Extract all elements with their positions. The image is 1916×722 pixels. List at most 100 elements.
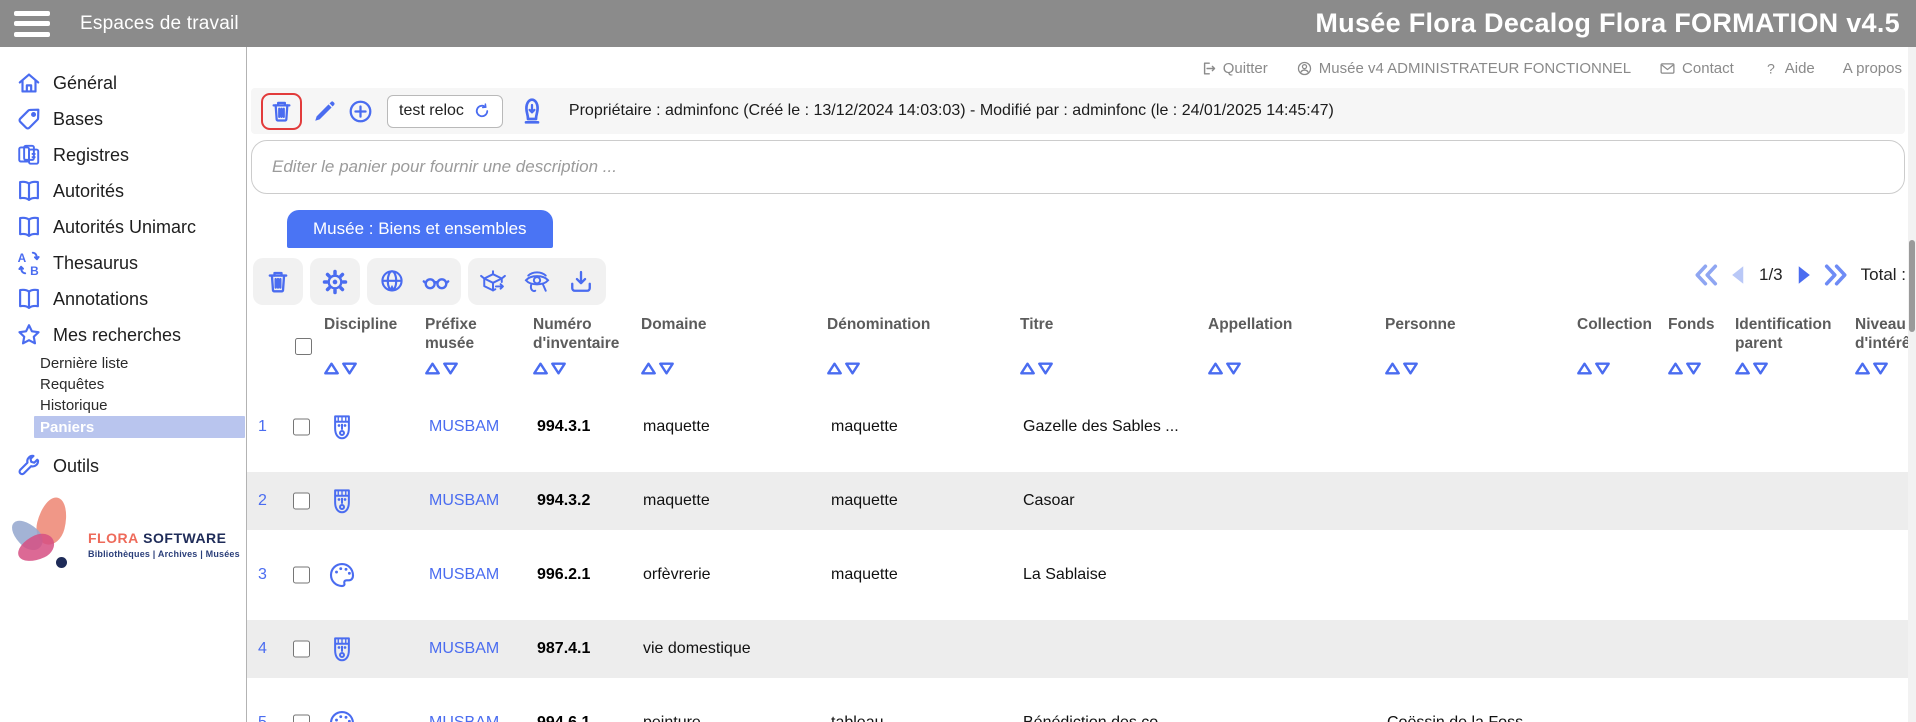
box-export-icon[interactable] — [479, 268, 507, 296]
sidebar: Général Bases Registres Autorités Autori… — [0, 47, 247, 722]
column-header: Discipline — [324, 316, 416, 335]
sidebar-item-autorites-unimarc[interactable]: Autorités Unimarc — [0, 209, 246, 245]
publish-view-group — [367, 258, 461, 305]
domaine-value: maquette — [643, 492, 710, 510]
prefixe-musee-link[interactable]: MUSBAM — [429, 492, 499, 510]
row-number-link[interactable]: 1 — [258, 418, 267, 436]
row-checkbox[interactable] — [293, 641, 310, 658]
quit-link[interactable]: Quitter — [1200, 60, 1268, 77]
sort-control[interactable] — [533, 362, 631, 375]
row-number-link[interactable]: 4 — [258, 640, 267, 658]
sort-control[interactable] — [1735, 362, 1841, 375]
glasses-icon[interactable] — [422, 268, 450, 296]
globe-upload-icon[interactable] — [378, 268, 406, 296]
domaine-value: peinture — [643, 714, 701, 722]
sort-control[interactable] — [1385, 362, 1485, 375]
table-row: 2 MUSBAM 994.3.2 maquette maquette Casoa… — [247, 464, 1916, 538]
hamburger-menu-icon[interactable] — [14, 11, 50, 37]
scrollbar-thumb[interactable] — [1909, 240, 1915, 332]
book-icon — [16, 286, 42, 312]
select-all-checkbox[interactable] — [295, 338, 312, 355]
table-row: 3 MUSBAM 996.2.1 orfèvrerie maquette La … — [247, 538, 1916, 612]
contact-link[interactable]: Contact — [1659, 60, 1734, 77]
settings-button[interactable] — [310, 258, 360, 305]
sort-control[interactable] — [1855, 362, 1916, 375]
sort-control[interactable] — [641, 362, 751, 375]
column-header: Numéro d'inventaire — [533, 316, 631, 353]
sort-asc-icon — [1020, 362, 1035, 375]
help-link[interactable]: Aide — [1762, 60, 1815, 77]
sort-control[interactable] — [1020, 362, 1100, 375]
row-number-link[interactable]: 3 — [258, 566, 267, 584]
sidebar-item-general[interactable]: Général — [0, 65, 246, 101]
prefixe-musee-link[interactable]: MUSBAM — [429, 566, 499, 584]
add-basket-button[interactable] — [347, 98, 374, 125]
sidebar-item-annotations[interactable]: Annotations — [0, 281, 246, 317]
about-link[interactable]: A propos — [1843, 60, 1902, 77]
next-page-icon[interactable] — [1790, 261, 1818, 289]
current-user[interactable]: Musée v4 ADMINISTRATEUR FONCTIONNEL — [1296, 60, 1631, 77]
sidebar-subitem-requetes[interactable]: Requêtes — [0, 374, 246, 395]
numero-inventaire: 996.2.1 — [537, 566, 590, 584]
sidebar-item-outils[interactable]: Outils — [0, 448, 246, 484]
sort-control[interactable] — [1577, 362, 1667, 375]
sort-desc-icon — [1873, 362, 1888, 375]
prefixe-musee-link[interactable]: MUSBAM — [429, 640, 499, 658]
row-checkbox[interactable] — [293, 493, 310, 510]
last-page-icon[interactable] — [1822, 261, 1850, 289]
prefixe-musee-link[interactable]: MUSBAM — [429, 714, 499, 722]
row-checkbox[interactable] — [293, 567, 310, 584]
numero-inventaire: 994.6.1 — [537, 714, 590, 722]
delete-basket-button-highlighted[interactable] — [261, 93, 302, 130]
sort-control[interactable] — [827, 362, 957, 375]
tag-icon — [16, 106, 42, 132]
sidebar-item-bases[interactable]: Bases — [0, 101, 246, 137]
sidebar-item-autorites[interactable]: Autorités — [0, 173, 246, 209]
table-row: 5 MUSBAM 994.6.1 peinture tableau Bénédi… — [247, 686, 1916, 722]
sort-desc-icon — [845, 362, 860, 375]
row-number-link[interactable]: 2 — [258, 492, 267, 510]
sort-control[interactable] — [324, 362, 416, 375]
row-number-link[interactable]: 5 — [258, 714, 267, 722]
delete-items-button[interactable] — [253, 258, 303, 305]
top-bar: Espaces de travail Musée Flora Decalog F… — [0, 0, 1916, 47]
logo-brand2: SOFTWARE — [143, 530, 226, 546]
sidebar-item-mes-recherches[interactable]: Mes recherches — [0, 317, 246, 353]
prefixe-musee-link[interactable]: MUSBAM — [429, 418, 499, 436]
tab-musee-biens-et-ensembles[interactable]: Musée : Biens et ensembles — [287, 210, 553, 248]
column-header: Collection — [1577, 316, 1667, 335]
basket-owner-icon[interactable] — [516, 95, 548, 127]
row-checkbox[interactable] — [293, 419, 310, 436]
sidebar-subitem-derniere-liste[interactable]: Dernière liste — [0, 353, 246, 374]
sort-control[interactable] — [425, 362, 497, 375]
flora-app-window: Espaces de travail Musée Flora Decalog F… — [0, 0, 1916, 722]
edit-basket-button[interactable] — [311, 98, 338, 125]
column-header: Niveau d'intérêt — [1855, 316, 1916, 353]
home-icon — [16, 70, 42, 96]
basket-name: test reloc — [399, 102, 464, 120]
sort-control[interactable] — [1668, 362, 1720, 375]
eye-of-horus-icon[interactable] — [523, 268, 551, 296]
vertical-scrollbar[interactable] — [1908, 47, 1916, 722]
previous-page-icon[interactable] — [1724, 261, 1752, 289]
sidebar-subitem-paniers[interactable]: Paniers — [34, 416, 245, 438]
sort-asc-icon — [1577, 362, 1592, 375]
download-icon[interactable] — [567, 268, 595, 296]
sort-control[interactable] — [1208, 362, 1318, 375]
table-header: Discipline Préfixe musée Numéro d'invent… — [247, 310, 1916, 390]
sidebar-item-registres[interactable]: Registres — [0, 137, 246, 173]
sidebar-item-thesaurus[interactable]: Thesaurus — [0, 245, 246, 281]
domaine-value: orfèvrerie — [643, 566, 711, 584]
sort-desc-icon — [1595, 362, 1610, 375]
mail-icon — [1659, 60, 1676, 77]
first-page-icon[interactable] — [1692, 261, 1720, 289]
titre-value: Casoar — [1023, 492, 1075, 510]
domaine-value: maquette — [643, 418, 710, 436]
row-checkbox[interactable] — [293, 715, 310, 722]
column-header: Titre — [1020, 316, 1100, 335]
basket-selector[interactable]: test reloc — [387, 95, 503, 128]
basket-description-input[interactable] — [251, 140, 1905, 194]
workspace-label[interactable]: Espaces de travail — [80, 13, 239, 35]
sidebar-subitem-historique[interactable]: Historique — [0, 395, 246, 416]
titre-value: Bénédiction des co... — [1023, 714, 1172, 722]
